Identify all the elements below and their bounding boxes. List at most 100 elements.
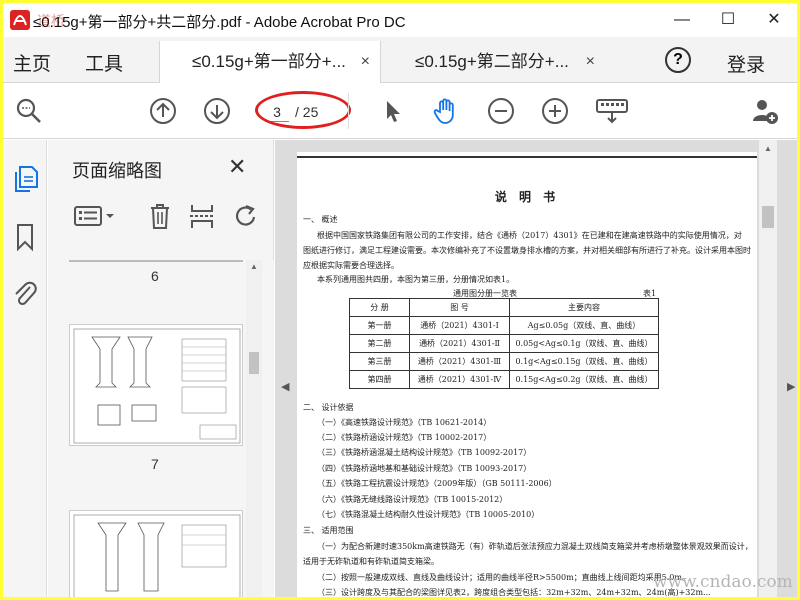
drawing-thumbnail	[73, 514, 241, 597]
basis-item: （七）《铁路混凝土结构耐久性设计规范》（TB 10005-2010）	[317, 510, 540, 519]
toolbar-divider	[348, 93, 349, 129]
section-heading: 一、 概述	[303, 215, 338, 224]
close-button[interactable]: ✕	[751, 5, 797, 35]
zoom-in-icon[interactable]	[541, 97, 569, 125]
table-cell: 0.05g<Ag≤0.1g（双线、直、曲线）	[509, 334, 659, 353]
thumbnail-options-icon[interactable]	[72, 202, 120, 230]
zoom-out-icon[interactable]	[487, 97, 515, 125]
bookmark-icon[interactable]	[11, 222, 39, 252]
minimize-button[interactable]: —	[659, 5, 705, 35]
table-row: 第三册 通桥（2021）4301-Ⅲ 0.1g<Ag≤0.15g（双线、直、曲线…	[349, 352, 659, 371]
page-thumbnails-icon[interactable]	[11, 164, 39, 194]
paragraph-line: （一）为配合新建时速350km高速铁路无（有）砟轨道后张法预应力混凝土双线简支箱…	[317, 542, 753, 551]
table-header-cell: 分 册	[349, 298, 410, 317]
table-header-row: 分 册 图 号 主要内容	[349, 298, 659, 317]
page-number-label: 6	[151, 268, 159, 284]
table-row: 第一册 通桥（2021）4301-Ⅰ Ag≤0.05g（双线、直、曲线）	[349, 316, 659, 335]
delete-icon[interactable]	[146, 202, 174, 230]
scroll-up-arrow[interactable]: ▲	[250, 262, 258, 271]
page-thumbnail-8[interactable]	[69, 510, 243, 597]
previous-page-icon[interactable]	[149, 97, 177, 125]
panel-title: 页面缩略图	[72, 161, 162, 181]
panel-close-button[interactable]: ✕	[228, 154, 246, 180]
window-title: ≤0.15g+第一部分+共二部分.pdf - Adobe Acrobat Pro…	[33, 14, 406, 31]
zoom-search-icon[interactable]	[15, 97, 43, 125]
table-cell: 第二册	[349, 334, 410, 353]
paragraph-line: 根据中国国家铁路集团有限公司的工作安排，结合《通桥（2017）4301》在已建和…	[317, 231, 742, 240]
home-link[interactable]: 主页	[13, 49, 51, 76]
select-arrow-icon[interactable]	[379, 97, 407, 125]
document-scrollbar[interactable]: ▲	[759, 140, 777, 597]
keyboard-scroll-icon[interactable]	[595, 97, 629, 125]
table-row: 第四册 通桥（2021）4301-Ⅳ 0.15g<Ag≤0.2g（双线、直、曲线…	[349, 370, 659, 389]
scrollbar-thumb[interactable]	[762, 206, 774, 228]
title-bar: 道桥 ≤0.15g+第一部分+共二部分.pdf - Adobe Acrobat …	[3, 3, 797, 37]
document-title: 说 明 书	[494, 190, 560, 204]
table-header-cell: 主要内容	[509, 298, 659, 317]
thumbnail-scrollbar[interactable]: ▲	[246, 260, 262, 597]
acrobat-icon	[10, 10, 30, 30]
help-button[interactable]: ?	[665, 47, 691, 73]
tab-label: ≤0.15g+第一部分+...	[192, 52, 346, 71]
drawing-thumbnail	[73, 328, 241, 444]
basis-item: （一）《高速铁路设计规范》（TB 10621-2014）	[317, 418, 492, 427]
expand-right-pane-arrow[interactable]: ▶	[787, 380, 795, 393]
scrollbar-thumb[interactable]	[249, 352, 259, 374]
tab-bar: 主页 工具 ≤0.15g+第一部分+... × ≤0.15g+第二部分+... …	[3, 37, 797, 83]
maximize-button[interactable]: ☐	[705, 5, 751, 35]
thumbnail-list[interactable]: 6 7 ▲	[48, 260, 274, 597]
paragraph-line: （二）按照一般建成双线、直线及曲线设计；适用的曲线半径R>5500m；直曲线上线…	[317, 573, 690, 582]
next-page-icon[interactable]	[203, 97, 231, 125]
table-cell: 通桥（2021）4301-Ⅳ	[409, 370, 510, 389]
site-watermark: www.cndao.com	[653, 572, 793, 592]
left-navigation-rail	[3, 140, 47, 597]
table-cell: Ag≤0.05g（双线、直、曲线）	[509, 316, 659, 335]
table-cell: 第三册	[349, 352, 410, 371]
paragraph-line: （三）设计跨度及与其配合的梁图详见表2，跨度组合类型包括：32m+32m、24m…	[317, 588, 711, 597]
basis-item: （三）《铁路桥涵混凝土结构设计规范》（TB 10092-2017）	[317, 448, 532, 457]
rotate-icon[interactable]	[232, 202, 260, 230]
table-cell: 第一册	[349, 316, 410, 335]
scroll-up-arrow[interactable]: ▲	[764, 144, 772, 153]
table-cell: 通桥（2021）4301-Ⅲ	[409, 352, 510, 371]
table-cell: 0.1g<Ag≤0.15g（双线、直、曲线）	[509, 352, 659, 371]
paragraph-line: 适用于无砟轨道和有砟轨道简支箱梁。	[303, 557, 439, 566]
login-button[interactable]: 登录	[727, 50, 765, 77]
thumbnail-bottom-edge	[69, 260, 243, 262]
thumbnails-panel: 页面缩略图 ✕ 6 7 ▲	[48, 140, 274, 597]
basis-item: （六）《铁路无缝线路设计规范》（TB 10015-2012）	[317, 495, 508, 504]
extract-pages-icon[interactable]	[188, 202, 216, 230]
table-cell: 0.15g<Ag≤0.2g（双线、直、曲线）	[509, 370, 659, 389]
highlight-oval	[255, 91, 351, 129]
section-heading: 三、 适用范围	[303, 526, 354, 535]
document-view[interactable]: ◀ 说 明 书 一、 概述 根据中国国家铁路集团有限公司的工作安排，结合《通桥（…	[275, 140, 797, 597]
tab-close-button[interactable]: ×	[361, 41, 370, 83]
table-cell: 通桥（2021）4301-Ⅱ	[409, 334, 510, 353]
add-user-icon[interactable]	[751, 97, 779, 125]
paragraph-line: 应根据实际需要合理选择。	[303, 261, 399, 270]
page-number-label: 7	[151, 456, 159, 472]
paragraph-line: 图纸进行修订，满足工程建设需要。本次修编补充了不设置墩身排水槽的方案，并对相关细…	[303, 246, 751, 255]
basis-item: （五）《铁路工程抗震设计规范》（2009年版）（GB 50111-2006）	[317, 479, 557, 488]
table-cell: 第四册	[349, 370, 410, 389]
tab-document-2[interactable]: ≤0.15g+第二部分+... ×	[383, 41, 605, 83]
toolbar: / 25	[3, 83, 797, 139]
volumes-table: 分 册 图 号 主要内容 第一册 通桥（2021）4301-Ⅰ Ag≤0.05g…	[349, 298, 659, 389]
table-row: 第二册 通桥（2021）4301-Ⅱ 0.05g<Ag≤0.1g（双线、直、曲线…	[349, 334, 659, 353]
page-thumbnail-7[interactable]	[69, 324, 243, 446]
section-heading: 二、 设计依据	[303, 403, 354, 412]
paragraph-line: 本系列通用图共四册，本图为第三册，分册情况如表1。	[317, 275, 515, 284]
tab-document-1[interactable]: ≤0.15g+第一部分+... ×	[159, 41, 381, 83]
tab-label: ≤0.15g+第二部分+...	[415, 52, 569, 71]
tab-close-button[interactable]: ×	[586, 41, 595, 83]
attachment-icon[interactable]	[11, 278, 39, 308]
table-cell: 通桥（2021）4301-Ⅰ	[409, 316, 510, 335]
hand-tool-icon[interactable]	[431, 97, 459, 125]
basis-item: （四）《铁路桥涵地基和基础设计规范》（TB 10093-2017）	[317, 464, 532, 473]
pdf-page: 说 明 书 一、 概述 根据中国国家铁路集团有限公司的工作安排，结合《通桥（20…	[297, 152, 757, 597]
table-header-cell: 图 号	[409, 298, 510, 317]
acrobat-window: 道桥 ≤0.15g+第一部分+共二部分.pdf - Adobe Acrobat …	[3, 3, 797, 597]
tools-link[interactable]: 工具	[85, 49, 123, 76]
basis-item: （二）《铁路桥涵设计规范》（TB 10002-2017）	[317, 433, 492, 442]
collapse-left-pane-arrow[interactable]: ◀	[281, 380, 289, 393]
